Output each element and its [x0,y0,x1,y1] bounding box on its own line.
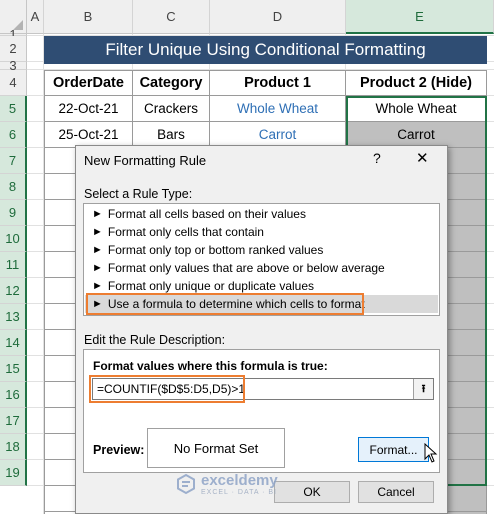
arrow-right-icon: ► [92,262,103,274]
rule-type-label: Format only cells that contain [107,225,264,239]
dialog-title: New Formatting Rule [84,153,207,168]
close-icon[interactable]: ✕ [416,149,429,167]
rule-type-label: Format only values that are above or bel… [107,261,385,275]
rule-type-label: Format all cells based on their values [107,207,306,221]
table-cell[interactable]: 22-Oct-21 [44,96,133,122]
rule-description-panel: Format values where this formula is true… [83,349,440,473]
select-rule-type-label: Select a Rule Type: [84,187,193,201]
column-header-b[interactable]: B [44,0,133,34]
row-header-14[interactable]: 14 [0,330,27,356]
rule-type-item[interactable]: ► Format only top or bottom ranked values [85,241,438,259]
row-header-13[interactable]: 13 [0,304,27,330]
format-button[interactable]: Format... [358,437,429,462]
cancel-button[interactable]: Cancel [358,481,434,503]
header-category[interactable]: Category [133,70,210,96]
rule-type-list[interactable]: ► Format all cells based on their values ►… [83,203,440,316]
edit-rule-description-label: Edit the Rule Description: [84,333,226,347]
rule-type-item[interactable]: ► Format only values that are above or be… [85,259,438,277]
row-header-7[interactable]: 7 [0,148,27,174]
mouse-cursor-icon [424,443,438,463]
preview-label: Preview: [93,443,145,457]
row-header-17[interactable]: 17 [0,408,27,434]
rule-type-item[interactable]: ► Use a formula to determine which cells … [85,295,438,313]
arrow-right-icon: ► [92,298,103,310]
row-header-5[interactable]: 5 [0,96,27,122]
row-header-15[interactable]: 15 [0,356,27,382]
row-header-12[interactable]: 12 [0,278,27,304]
rule-type-label: Format only top or bottom ranked values [107,243,324,257]
header-product-2-hide[interactable]: Product 2 (Hide) [346,70,487,96]
arrow-right-icon: ► [92,244,103,256]
table-cell[interactable]: Whole Wheat [346,96,487,122]
rule-type-item[interactable]: ► Format only unique or duplicate values [85,277,438,295]
table-cell[interactable]: Crackers [133,96,210,122]
arrow-up-icon: ⭱ [421,382,426,395]
header-orderdate[interactable]: OrderDate [44,70,133,96]
header-product-1[interactable]: Product 1 [210,70,346,96]
sheet-title: Filter Unique Using Conditional Formatti… [44,36,487,64]
column-header-d[interactable]: D [210,0,346,34]
column-header-a[interactable]: A [27,0,44,34]
formula-text: =COUNTIF($D$5:D5,D5)>1 [97,382,246,396]
row-header-6[interactable]: 6 [0,122,27,148]
preview-box: No Format Set [147,428,285,468]
column-header-e[interactable]: E [346,0,494,34]
row-header-10[interactable]: 10 [0,226,27,252]
row-header-9[interactable]: 9 [0,200,27,226]
rule-type-item[interactable]: ► Format only cells that contain [85,223,438,241]
rule-type-label: Format only unique or duplicate values [107,279,315,293]
table-cell[interactable]: Whole Wheat [210,96,346,122]
row-header-8[interactable]: 8 [0,174,27,200]
new-formatting-rule-dialog: New Formatting Rule ? ✕ Select a Rule Ty… [75,145,448,514]
arrow-right-icon: ► [92,280,103,292]
row-header-16[interactable]: 16 [0,382,27,408]
row-header-4[interactable]: 4 [0,70,27,96]
formula-label: Format values where this formula is true… [93,359,328,373]
help-button[interactable]: ? [373,150,381,166]
row-header-19[interactable]: 19 [0,460,27,486]
rule-type-item[interactable]: ► Format all cells based on their values [85,205,438,223]
rule-type-label: Use a formula to determine which cells t… [107,297,365,311]
row-header-18[interactable]: 18 [0,434,27,460]
row-header-11[interactable]: 11 [0,252,27,278]
ok-button[interactable]: OK [274,481,350,503]
arrow-right-icon: ► [92,208,103,220]
arrow-right-icon: ► [92,226,103,238]
column-header-c[interactable]: C [133,0,210,34]
row-header-3[interactable]: 3 [0,58,27,73]
collapse-dialog-button[interactable]: ⭱ [413,379,433,399]
formula-input[interactable]: =COUNTIF($D$5:D5,D5)>1 ⭱ [92,378,434,400]
